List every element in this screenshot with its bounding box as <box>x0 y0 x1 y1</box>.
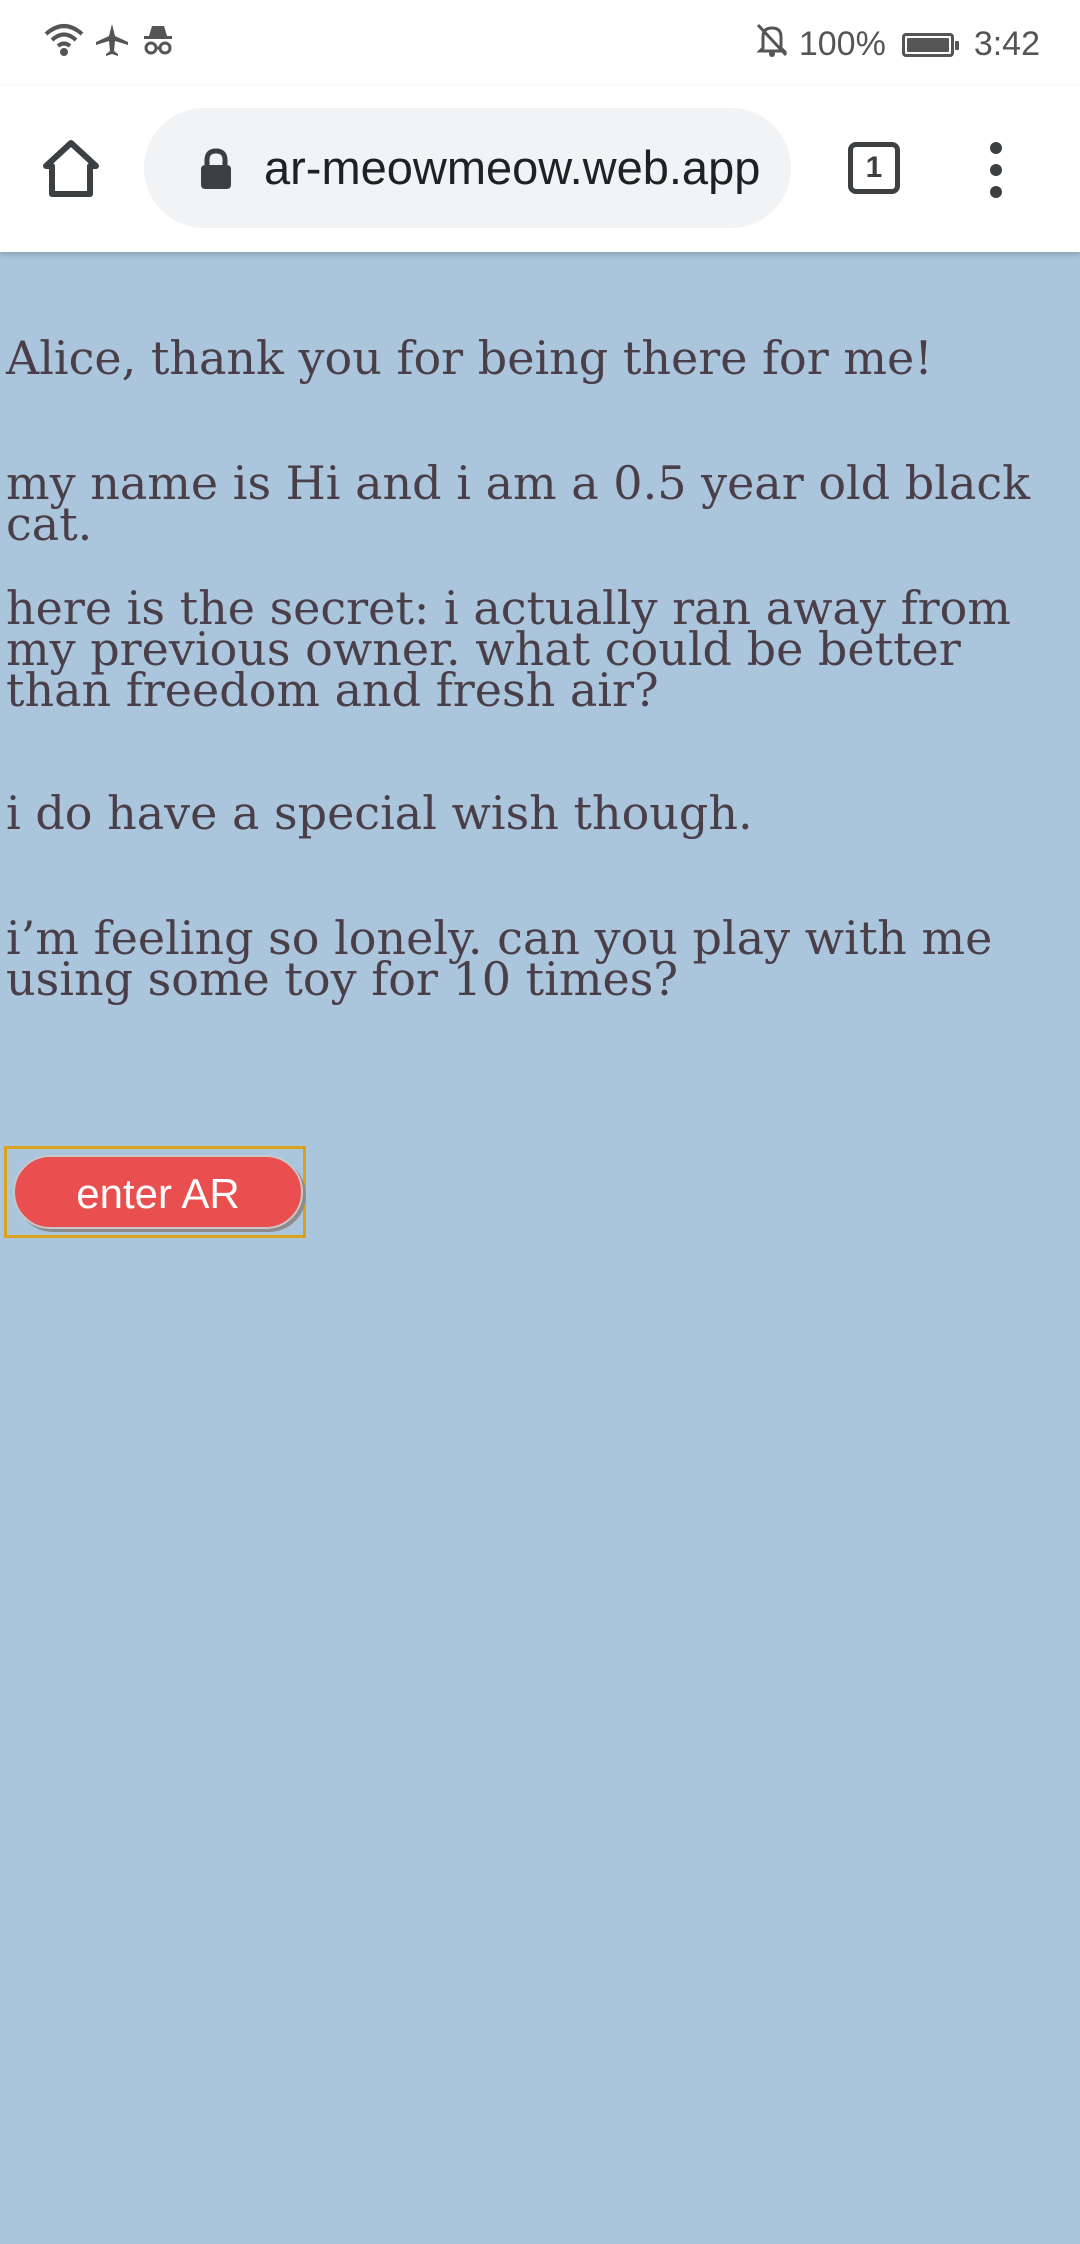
tab-switcher-button[interactable]: 1 <box>848 142 900 194</box>
message-paragraph: here is the secret: i actually ran away … <box>6 581 1011 717</box>
home-button[interactable] <box>38 136 104 202</box>
menu-dot-icon <box>990 164 1002 176</box>
menu-dot-icon <box>990 142 1002 154</box>
message-paragraph: i do have a special wish though. <box>6 786 753 840</box>
battery-icon <box>901 32 959 57</box>
menu-dot-icon <box>990 186 1002 198</box>
clock: 3:42 <box>973 25 1040 63</box>
wifi-icon <box>44 22 84 63</box>
enter-ar-button[interactable]: enter AR <box>13 1155 303 1229</box>
tab-count: 1 <box>865 151 883 184</box>
overflow-menu-button[interactable] <box>976 142 1016 202</box>
browser-toolbar: ar-meowmeow.web.app 1 <box>0 86 1080 252</box>
notifications-off-icon <box>755 22 789 67</box>
status-icons-right: 100% 3:42 <box>755 22 1040 67</box>
address-bar[interactable]: ar-meowmeow.web.app <box>144 108 791 228</box>
status-bar: 100% 3:42 <box>0 0 1080 86</box>
message-paragraph: my name is Hi and i am a 0.5 year old bl… <box>6 456 1031 551</box>
message-paragraph: Alice, thank you for being there for me! <box>6 331 933 385</box>
url-text: ar-meowmeow.web.app <box>264 141 761 194</box>
airplane-icon <box>94 22 130 63</box>
enter-ar-focus-frame: enter AR <box>4 1146 306 1238</box>
battery-percent: 100% <box>798 25 886 63</box>
message-paragraph: i’m feeling so lonely. can you play with… <box>6 911 993 1006</box>
home-icon <box>43 140 99 197</box>
status-icons-left <box>44 22 176 63</box>
incognito-icon <box>140 22 176 63</box>
lock-icon <box>198 148 234 190</box>
